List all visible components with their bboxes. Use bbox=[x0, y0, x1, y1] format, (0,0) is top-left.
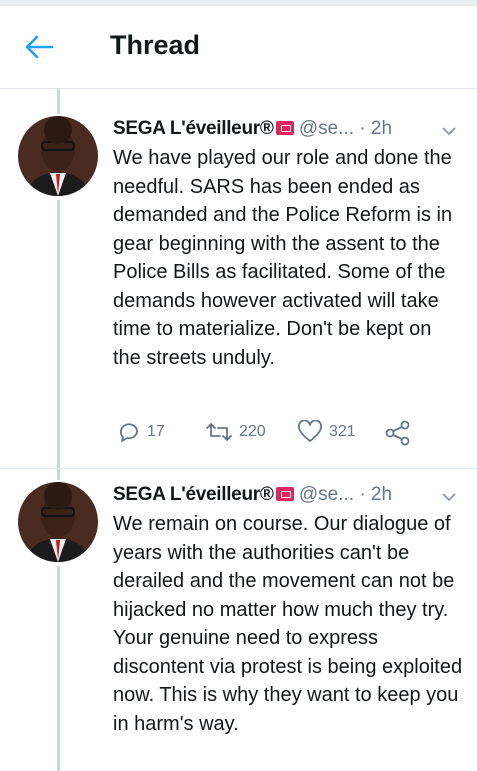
thread-line bbox=[57, 88, 60, 114]
user-handle[interactable]: @se... bbox=[299, 118, 354, 139]
thread-line bbox=[57, 200, 60, 480]
app-header: Thread bbox=[0, 6, 477, 89]
tweet-text: We have played our role and done the nee… bbox=[113, 147, 453, 369]
reply-button[interactable]: 17 bbox=[117, 420, 165, 444]
tweet-actions: 17 220 321 bbox=[117, 420, 427, 446]
retweet-button[interactable]: 220 bbox=[205, 420, 266, 444]
share-icon bbox=[385, 420, 410, 446]
timestamp[interactable]: · 2h bbox=[359, 118, 392, 139]
share-button[interactable] bbox=[385, 420, 417, 446]
thread-line bbox=[57, 566, 60, 771]
back-arrow-icon[interactable] bbox=[22, 32, 58, 62]
alert-badge-icon bbox=[275, 487, 294, 501]
user-handle[interactable]: @se... bbox=[299, 484, 354, 505]
tweet-header: SEGA L'éveilleur® @se... · 2h bbox=[113, 118, 463, 144]
tweet-text: We remain on course. Our dialogue of yea… bbox=[113, 513, 463, 735]
timestamp[interactable]: · 2h bbox=[359, 484, 392, 505]
display-name[interactable]: SEGA L'éveilleur® bbox=[113, 484, 274, 505]
reply-icon bbox=[119, 423, 138, 442]
chevron-down-icon[interactable] bbox=[442, 486, 456, 502]
like-count: 321 bbox=[329, 423, 356, 440]
page-title: Thread bbox=[110, 30, 201, 60]
like-button[interactable]: 321 bbox=[297, 420, 356, 444]
display-name[interactable]: SEGA L'éveilleur® bbox=[113, 118, 274, 139]
tweet-header: SEGA L'éveilleur® @se... · 2h bbox=[113, 484, 463, 510]
heart-icon bbox=[298, 420, 322, 442]
retweet-icon bbox=[206, 423, 232, 441]
chevron-down-icon[interactable] bbox=[442, 120, 456, 136]
alert-badge-icon bbox=[275, 121, 294, 135]
reply-count: 17 bbox=[147, 423, 165, 440]
avatar[interactable] bbox=[18, 116, 98, 196]
tweet-divider bbox=[0, 468, 477, 469]
avatar[interactable] bbox=[18, 482, 98, 562]
retweet-count: 220 bbox=[239, 423, 266, 440]
